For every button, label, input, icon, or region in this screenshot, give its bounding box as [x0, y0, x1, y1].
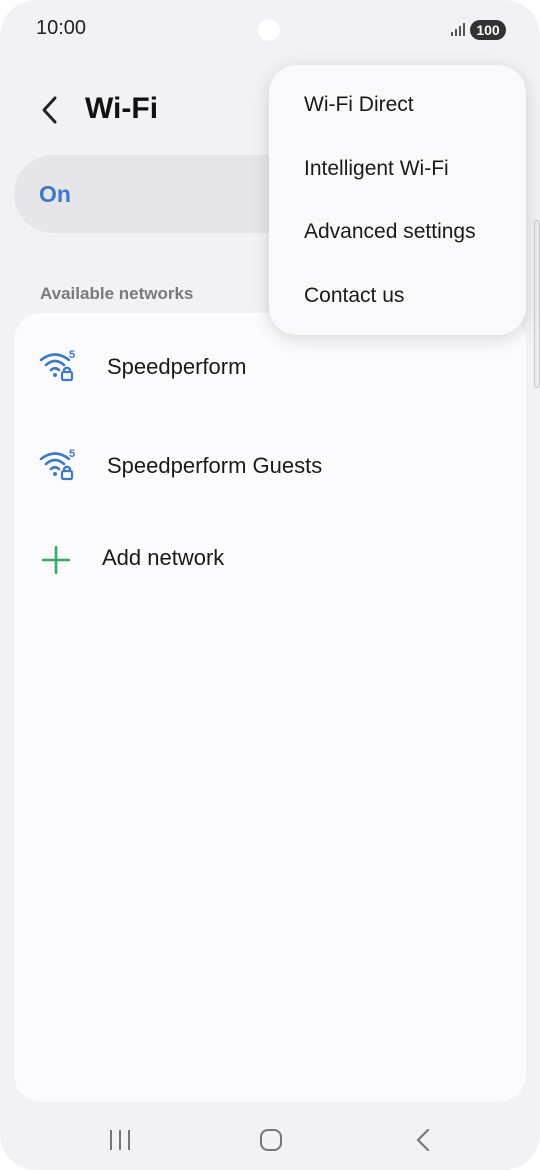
menu-item-wifi-direct[interactable]: Wi-Fi Direct [269, 75, 526, 135]
network-name: Speedperform Guests [107, 453, 323, 478]
network-item[interactable]: 5 Speedperform Guests [14, 417, 526, 507]
add-network-label: Add network [102, 545, 225, 570]
menu-item-advanced-settings[interactable]: Advanced settings [269, 202, 526, 262]
network-band-label: 5 [69, 349, 75, 361]
battery-badge: 100 [470, 20, 506, 40]
status-bar: 10:00 100 [0, 0, 540, 58]
back-button[interactable] [28, 88, 72, 132]
wifi-toggle-label: On [39, 181, 71, 207]
plus-icon [42, 546, 70, 574]
recents-icon [110, 1130, 130, 1150]
overflow-menu: Wi-Fi Direct Intelligent Wi-Fi Advanced … [269, 65, 526, 335]
network-name: Speedperform [107, 354, 247, 379]
signal-icon [451, 23, 465, 36]
back-icon [416, 1128, 430, 1152]
navigation-bar [0, 1108, 540, 1170]
nav-back-button[interactable] [401, 1118, 445, 1162]
network-band-label: 5 [69, 448, 75, 460]
scrollbar[interactable] [534, 220, 540, 388]
wifi-locked-icon: 5 [39, 349, 75, 382]
chevron-left-icon [42, 96, 57, 124]
network-list: 5 Speedperform 5 Speedperform Guests Add… [14, 313, 526, 1102]
home-button[interactable] [249, 1118, 293, 1162]
add-network-button[interactable] [14, 515, 526, 605]
recents-button[interactable] [98, 1118, 142, 1162]
menu-item-contact-us[interactable]: Contact us [269, 266, 526, 326]
status-time: 10:00 [36, 17, 87, 39]
phone-screen: 10:00 100 Wi-Fi On Available networks 5 … [0, 0, 540, 1170]
section-label: Available networks [40, 284, 194, 303]
home-icon [260, 1129, 282, 1151]
camera-cutout [258, 19, 280, 41]
wifi-locked-icon: 5 [39, 448, 75, 481]
page-title: Wi-Fi [85, 92, 159, 125]
menu-item-intelligent-wifi[interactable]: Intelligent Wi-Fi [269, 139, 526, 199]
